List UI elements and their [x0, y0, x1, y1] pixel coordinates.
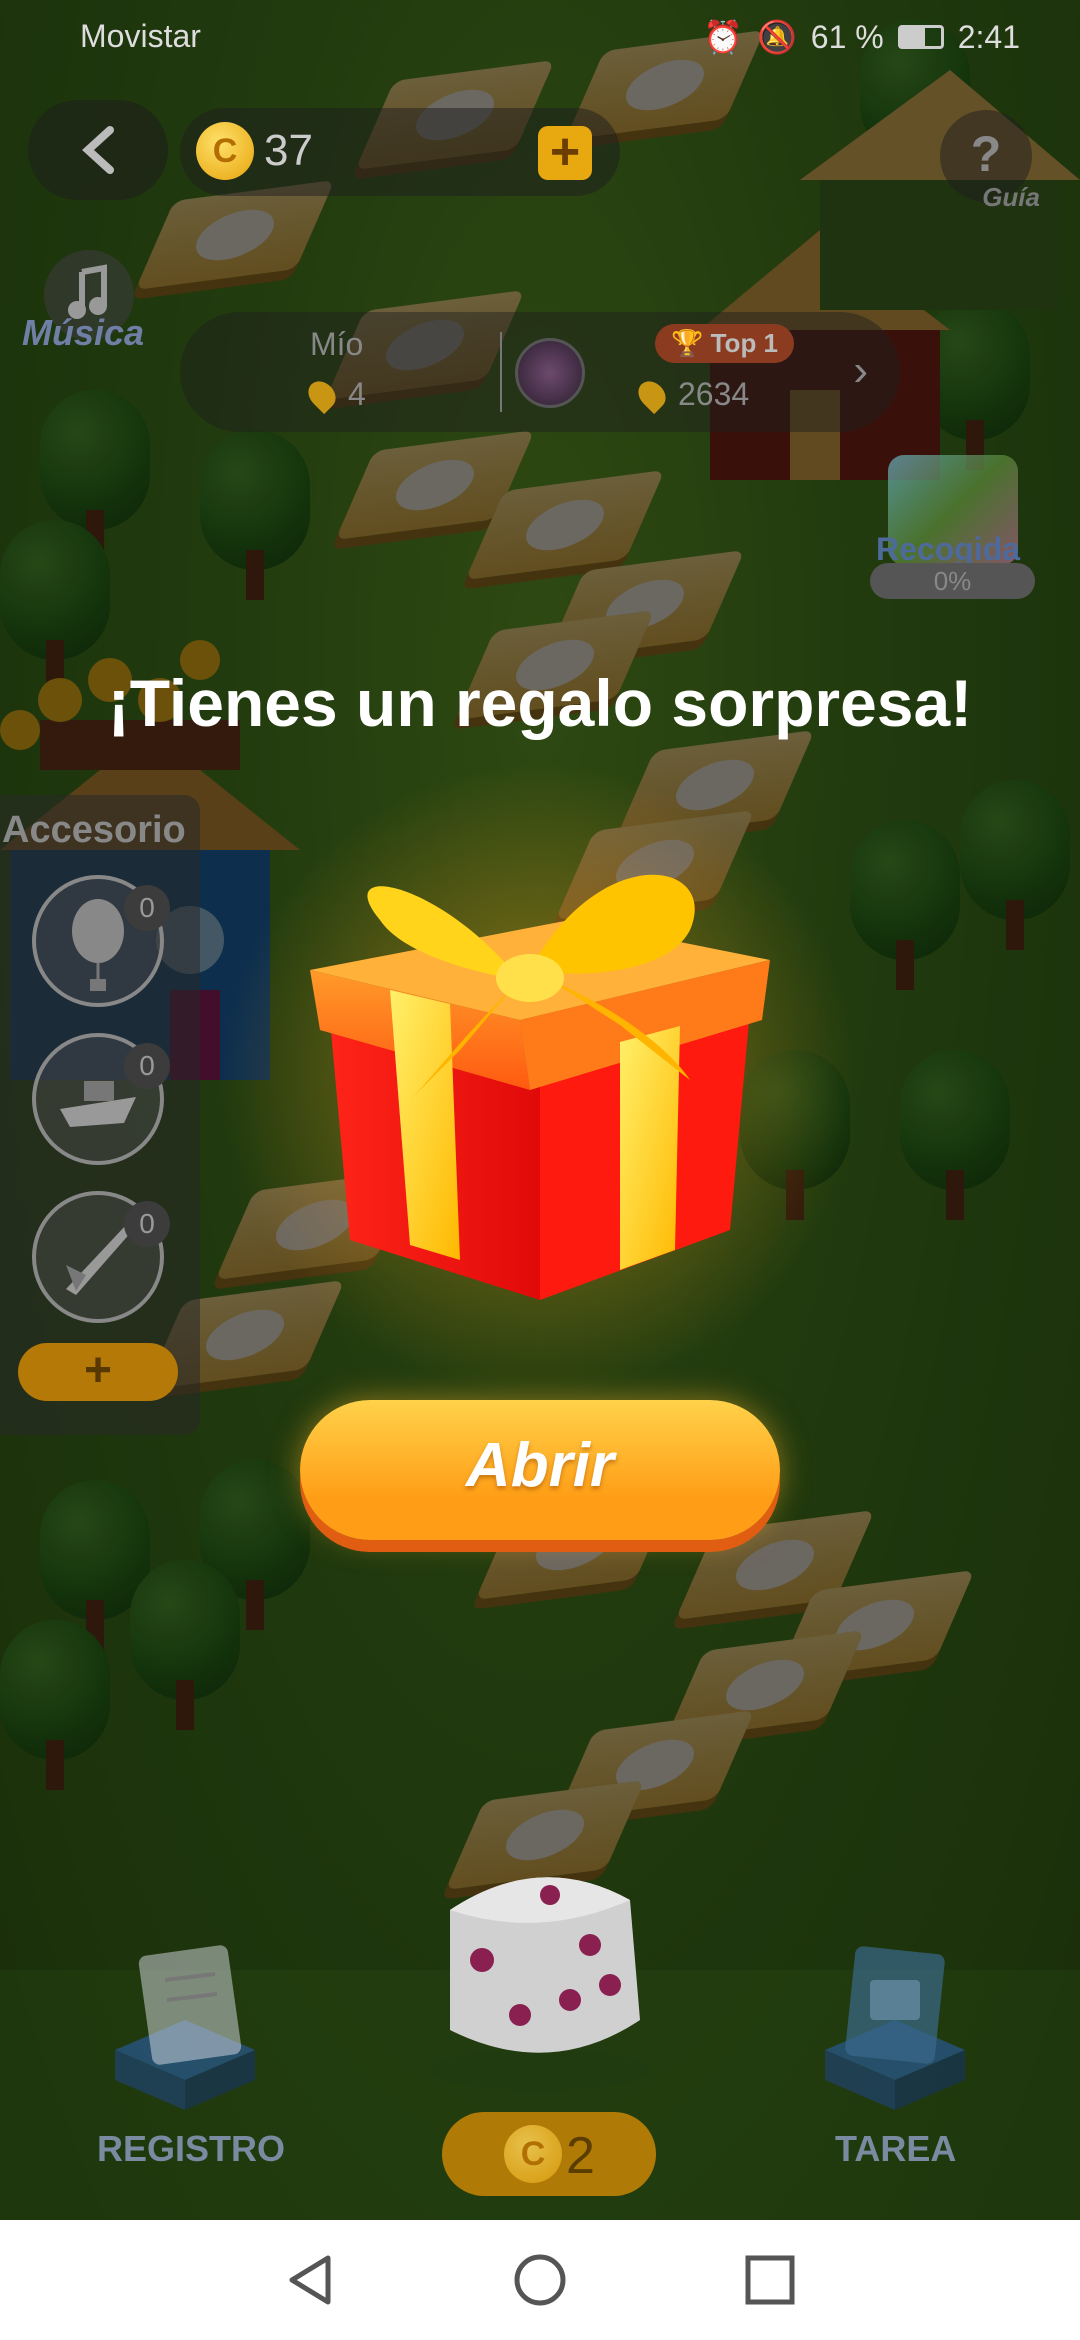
registro-label: REGISTRO	[97, 2128, 286, 2169]
accessory-slot-boat[interactable]: 0	[32, 1033, 170, 1165]
coin-icon: C	[196, 122, 254, 180]
mine-label: Mío	[310, 326, 364, 362]
top-player-avatar	[515, 338, 585, 408]
tarea-label: TAREA	[835, 2128, 957, 2169]
accessory-count: 0	[124, 1043, 170, 1089]
dice-cost: C 2	[442, 2112, 656, 2196]
top-count: 2634	[678, 376, 750, 412]
nav-recents-icon[interactable]	[740, 2250, 800, 2310]
accessory-slot-balloon[interactable]: 0	[32, 875, 170, 1007]
top-score: 2634	[632, 375, 750, 414]
add-accessory-button[interactable]: +	[18, 1343, 178, 1401]
coin-balance: C 37 +	[180, 108, 620, 196]
location-pin-icon	[632, 375, 672, 414]
tarea-button[interactable]	[815, 1940, 975, 2120]
mine-score: 4	[302, 375, 366, 414]
help-label: Guía	[982, 182, 1040, 212]
registro-button[interactable]	[105, 1940, 265, 2120]
chevron-left-icon	[82, 126, 114, 174]
location-pin-icon	[302, 375, 342, 414]
nav-home-icon[interactable]	[510, 2250, 570, 2310]
system-nav-bar	[0, 2220, 1080, 2340]
mine-count: 4	[348, 376, 366, 412]
dice-button[interactable]	[410, 1850, 670, 2100]
collection-button[interactable]: Recogida 0%	[870, 455, 1035, 599]
ranking-bar[interactable]: Mío 4 🏆 Top 1 2634 ›	[180, 312, 900, 432]
top-badge: 🏆 Top 1	[655, 324, 795, 363]
status-bar: Movistar ⏰ 🔕 61 % 2:41	[0, 0, 1080, 70]
dice-cost-amount: 2	[566, 2127, 595, 2185]
accessory-slot-rocket[interactable]: 0	[32, 1191, 170, 1323]
battery-percent: 61 %	[810, 18, 884, 55]
battery-icon	[897, 25, 944, 49]
collection-progress: 0%	[870, 563, 1035, 599]
back-button[interactable]	[28, 100, 168, 200]
chevron-right-icon: ›	[853, 346, 868, 395]
gift-box-icon	[310, 874, 770, 1300]
music-label: Música	[22, 312, 145, 353]
accessory-count: 0	[124, 885, 170, 931]
mute-icon: 🔕	[756, 19, 797, 55]
nav-back-icon[interactable]	[280, 2250, 340, 2310]
carrier-name: Movistar	[80, 18, 201, 54]
alarm-icon: ⏰	[703, 19, 743, 55]
add-coins-button[interactable]: +	[538, 126, 592, 180]
popup-headline: ¡Tienes un regalo sorpresa!	[107, 666, 973, 740]
open-gift-button[interactable]: Abrir	[300, 1400, 780, 1540]
coin-amount: 37	[264, 126, 313, 175]
clock: 2:41	[957, 18, 1020, 55]
coin-icon: C	[504, 2125, 562, 2183]
top-label: Top 1	[710, 328, 779, 358]
accessory-title: Accesorio	[2, 809, 186, 851]
divider	[500, 332, 502, 412]
accessory-panel: Accesorio 0 0 0 +	[0, 795, 200, 1435]
trophy-icon: 🏆	[671, 328, 704, 358]
accessory-count: 0	[124, 1201, 170, 1247]
